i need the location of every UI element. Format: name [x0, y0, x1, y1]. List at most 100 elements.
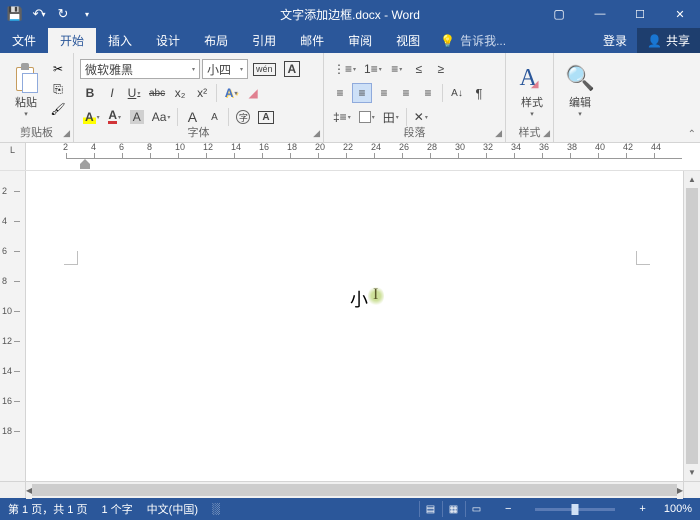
phonetic-guide-button[interactable]: wén [250, 59, 279, 79]
status-insert-mode[interactable]: ░ [212, 503, 220, 515]
clear-formatting-button[interactable]: ◢ [243, 83, 263, 103]
save-button[interactable]: 💾 [4, 3, 26, 25]
numbering-button[interactable]: 1≡▾ [361, 59, 385, 79]
share-icon: 👤 [647, 34, 662, 48]
highlight-icon: A [83, 110, 96, 124]
close-button[interactable]: ✕ [660, 0, 700, 28]
increase-indent-button[interactable]: ≥ [431, 59, 451, 79]
char-border-button[interactable]: A [281, 59, 304, 79]
group-clipboard: 粘贴 ▾ ✂ ⎘ 🖌 剪贴板 ◢ [0, 53, 74, 142]
chevron-down-icon: ▾ [530, 110, 534, 118]
multilevel-button[interactable]: ≡▾ [387, 59, 407, 79]
tab-insert[interactable]: 插入 [96, 28, 144, 53]
scroll-thumb-v[interactable] [686, 188, 698, 464]
ruler-horizontal[interactable]: 2468101214161820222426283032343638404244 [26, 143, 700, 170]
text-effects-button[interactable]: A▾ [221, 83, 241, 103]
align-left-button[interactable]: ≡ [330, 83, 350, 103]
char-border-icon: A [284, 61, 301, 77]
tab-home[interactable]: 开始 [48, 28, 96, 53]
scroll-down-button[interactable]: ▼ [684, 464, 700, 481]
view-print-button[interactable]: ▦ [442, 501, 464, 517]
italic-button[interactable]: I [102, 83, 122, 103]
qat-customize[interactable]: ▾ [76, 3, 98, 25]
group-paragraph: ⋮≡▾ 1≡▾ ≡▾ ≤ ≥ ≡ ≡ ≡ ≡ ≡ A↓ ¶ ‡≡▾ ▾ 田▾ [324, 53, 506, 142]
font-size-combo[interactable]: 小四▾ [202, 59, 248, 79]
tell-me-search[interactable]: 💡告诉我... [432, 28, 514, 53]
editing-button[interactable]: 🔍 编辑 ▾ [560, 56, 600, 124]
ruler-vertical[interactable]: 24681012141618 [0, 171, 26, 481]
zoom-level[interactable]: 100% [664, 503, 692, 515]
page: 小 [54, 171, 664, 481]
copy-button[interactable]: ⎘ [49, 80, 67, 98]
align-right-button[interactable]: ≡ [374, 83, 394, 103]
tab-references[interactable]: 引用 [240, 28, 288, 53]
scroll-up-button[interactable]: ▲ [684, 171, 700, 188]
title-bar: 💾 ↶▾ ↻ ▾ 文字添加边框.docx - Word ▢ — ☐ ✕ [0, 0, 700, 28]
show-marks-button[interactable]: ¶ [469, 83, 489, 103]
bold-button[interactable]: B [80, 83, 100, 103]
ribbon-display-options[interactable]: ▢ [542, 0, 576, 28]
minimize-button[interactable]: — [580, 0, 620, 28]
chevron-down-icon: ▾ [578, 110, 582, 118]
clipboard-launcher[interactable]: ◢ [63, 128, 70, 139]
align-center-button[interactable]: ≡ [352, 83, 372, 103]
document-title: 文字添加边框.docx - Word [280, 6, 420, 23]
justify-button[interactable]: ≡ [396, 83, 416, 103]
view-web-button[interactable]: ▭ [465, 501, 487, 517]
editing-label: 编辑 [569, 94, 591, 110]
scrollbar-horizontal[interactable]: ◀ ▶ [26, 481, 683, 498]
tab-view[interactable]: 视图 [384, 28, 432, 53]
zoom-slider[interactable] [535, 508, 615, 511]
distributed-button[interactable]: ≡ [418, 83, 438, 103]
zoom-out-button[interactable]: − [501, 503, 515, 515]
superscript-button[interactable]: x² [192, 83, 212, 103]
font-launcher[interactable]: ◢ [313, 128, 320, 139]
font-name-combo[interactable]: 微软雅黑▾ [80, 59, 200, 79]
group-clipboard-label: 剪贴板 [0, 124, 73, 140]
styles-launcher[interactable]: ◢ [543, 128, 550, 139]
paragraph-launcher[interactable]: ◢ [495, 128, 502, 139]
tab-review[interactable]: 审阅 [336, 28, 384, 53]
scrollbar-vertical[interactable]: ▲ ▼ [683, 171, 700, 481]
wen-icon: wén [253, 63, 276, 76]
share-button[interactable]: 👤共享 [637, 28, 700, 53]
page-viewport[interactable]: 小 [26, 171, 683, 481]
ruler-horizontal-area: L 24681012141618202224262830323436384042… [0, 143, 700, 171]
subscript-button[interactable]: x₂ [170, 83, 190, 103]
margin-corner-tr [636, 251, 650, 265]
status-page[interactable]: 第 1 页，共 1 页 [8, 501, 87, 517]
styles-label: 样式 [521, 94, 543, 110]
cut-button[interactable]: ✂ [49, 60, 67, 78]
enclose-icon: 字 [236, 110, 250, 124]
tab-file[interactable]: 文件 [0, 28, 48, 53]
document-text[interactable]: 小 [350, 286, 368, 312]
text-cursor-indicator [368, 286, 384, 306]
collapse-ribbon-button[interactable]: ⌃ [688, 129, 696, 140]
underline-button[interactable]: U▾ [124, 83, 144, 103]
char-shading-icon: A [130, 110, 144, 124]
tab-layout[interactable]: 布局 [192, 28, 240, 53]
sign-in-button[interactable]: 登录 [593, 32, 637, 49]
undo-button[interactable]: ↶▾ [28, 3, 50, 25]
redo-button[interactable]: ↻ [52, 3, 74, 25]
view-read-button[interactable]: ▤ [419, 501, 441, 517]
scroll-thumb-h[interactable] [32, 484, 677, 496]
sort-button[interactable]: A↓ [447, 83, 467, 103]
tab-selector[interactable]: L [0, 143, 26, 170]
decrease-indent-button[interactable]: ≤ [409, 59, 429, 79]
document-area: 24681012141618 小 ▲ ▼ [0, 171, 700, 481]
view-buttons: ▤ ▦ ▭ [419, 501, 487, 517]
format-painter-button[interactable]: 🖌 [49, 100, 67, 118]
bullets-button[interactable]: ⋮≡▾ [330, 59, 359, 79]
zoom-thumb[interactable] [572, 504, 579, 515]
tab-design[interactable]: 设计 [144, 28, 192, 53]
zoom-in-button[interactable]: + [635, 503, 649, 515]
styles-button[interactable]: A◢ 样式 ▾ [512, 56, 552, 124]
status-language[interactable]: 中文(中国) [147, 501, 198, 517]
tab-mailings[interactable]: 邮件 [288, 28, 336, 53]
paste-button[interactable]: 粘贴 ▾ [6, 56, 46, 124]
strikethrough-button[interactable]: abc [146, 83, 168, 103]
maximize-button[interactable]: ☐ [620, 0, 660, 28]
indent-marker[interactable] [80, 159, 90, 169]
status-word-count[interactable]: 1 个字 [101, 501, 132, 517]
